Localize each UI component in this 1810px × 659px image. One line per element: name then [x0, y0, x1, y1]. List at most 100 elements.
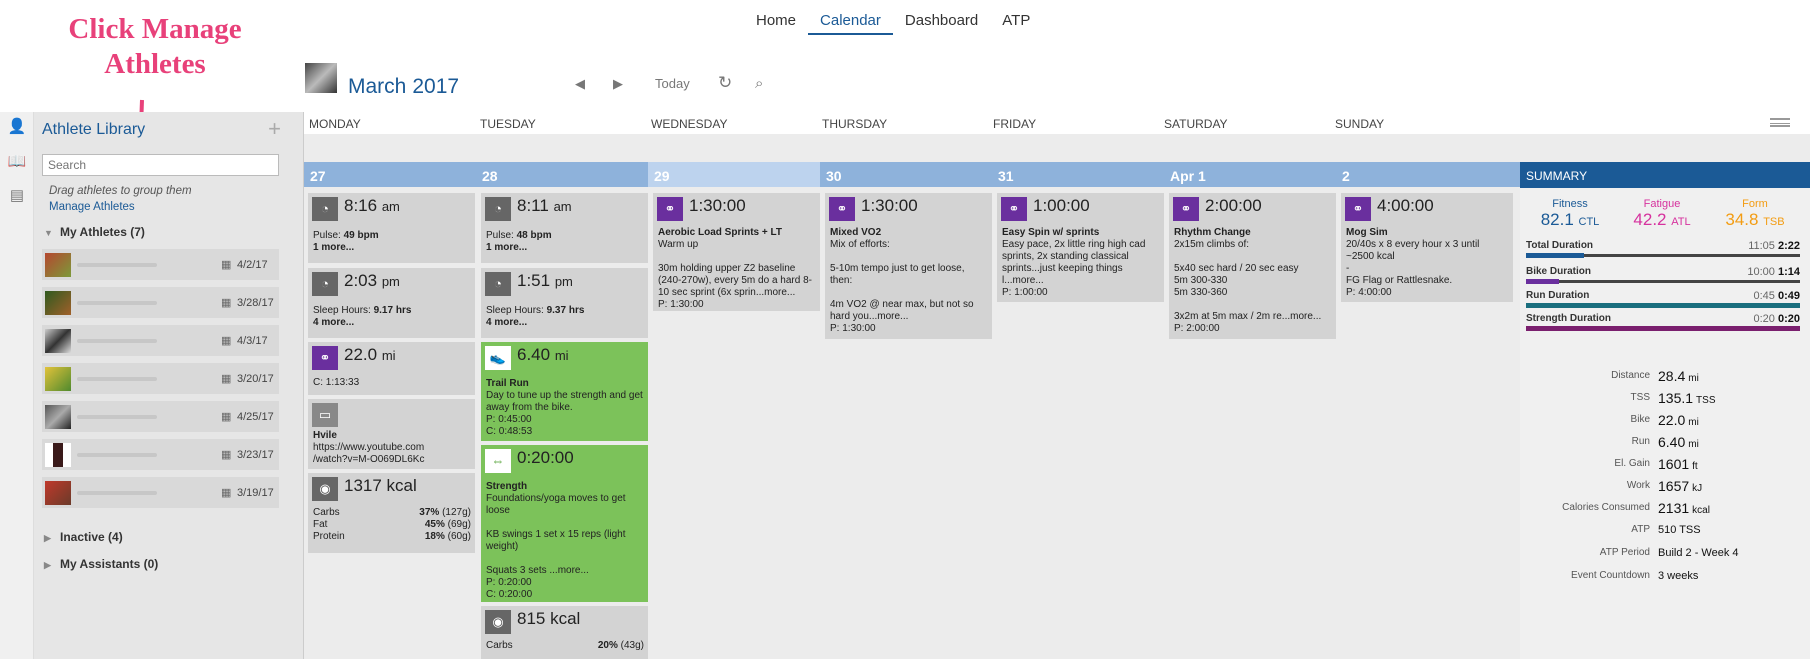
fitness-metric: Fitness 82.1 CTL: [1540, 198, 1600, 229]
add-athlete-icon[interactable]: +: [268, 116, 281, 142]
bike-duration-row: Bike Duration 10:00 1:14: [1526, 266, 1800, 284]
more-link[interactable]: 1 more...: [486, 242, 527, 253]
workout-title: Easy Spin w/ sprints: [1002, 227, 1100, 238]
workout-title: Rhythm Change: [1174, 227, 1251, 238]
run-duration-row: Run Duration 0:45 0:49: [1526, 290, 1800, 308]
refresh-icon[interactable]: ↻: [718, 73, 732, 93]
my-athletes-group[interactable]: ▼ My Athletes (7): [44, 225, 145, 239]
note-url[interactable]: /watch?v=M-O069DL6Kc: [313, 454, 424, 465]
athlete-row[interactable]: ▦ 4/3/17: [42, 325, 279, 356]
workout-duration: 4:00:00: [1377, 196, 1434, 215]
athlete-avatar: [45, 329, 71, 353]
athlete-name-blurred: [77, 453, 157, 457]
nav-dashboard[interactable]: Dashboard: [893, 10, 990, 35]
workout-card-bike[interactable]: ⚭ 2:00:00 Rhythm Change 2x15m climbs of: 5…: [1169, 193, 1336, 339]
athlete-avatar[interactable]: [305, 63, 337, 93]
metrics-card[interactable]: ◔ 2:03 pm Sleep Hours: 9.17 hrs 4 more...: [308, 268, 475, 338]
metric-time: 8:11 am: [517, 196, 572, 215]
date-cell[interactable]: 30: [820, 162, 992, 187]
carbs-label: Carbs: [313, 507, 340, 518]
date-cell[interactable]: Apr 1: [1164, 162, 1336, 187]
athlete-date: 3/20/17: [237, 373, 274, 385]
metrics-card[interactable]: ◔ 1:51 pm Sleep Hours: 9.37 hrs 4 more...: [481, 268, 648, 338]
workout-title: Strength: [486, 481, 528, 492]
bike-icon: ⚭: [1345, 197, 1371, 221]
athlete-library-title: Athlete Library: [42, 121, 146, 138]
prev-month-icon[interactable]: ◀: [575, 76, 585, 92]
more-link[interactable]: 4 more...: [313, 317, 354, 328]
calendar-icon: ▦: [221, 373, 232, 385]
date-cell[interactable]: 27: [304, 162, 476, 187]
planner-icon[interactable]: ▤: [7, 186, 27, 204]
athlete-avatar: [45, 367, 71, 391]
workout-title: Mixed VO2: [830, 227, 882, 238]
athletes-icon[interactable]: 👤: [7, 117, 27, 135]
workout-card-bike[interactable]: ⚭ 1:30:00 Mixed VO2 Mix of efforts: 5-10m …: [825, 193, 992, 339]
fatigue-metric: Fatigue 42.2 ATL: [1633, 198, 1691, 229]
day-name: SATURDAY: [1164, 117, 1228, 131]
search-icon[interactable]: ⌕: [755, 75, 763, 92]
athlete-date: 3/19/17: [237, 487, 274, 499]
workout-duration: 1:30:00: [861, 196, 918, 215]
assistants-group[interactable]: ▶ My Assistants (0): [44, 557, 158, 571]
inactive-group[interactable]: ▶ Inactive (4): [44, 530, 123, 544]
workout-card-run[interactable]: 👟 6.40 mi Trail Run Day to tune up the st…: [481, 342, 648, 441]
workout-card-bike[interactable]: ⚭ 1:00:00 Easy Spin w/ sprints Easy pace,…: [997, 193, 1164, 302]
date-cell-today[interactable]: 29: [648, 162, 820, 187]
manage-athletes-link[interactable]: Manage Athletes: [49, 201, 135, 213]
athlete-row[interactable]: ▦ 4/2/17: [42, 249, 279, 280]
nav-atp[interactable]: ATP: [990, 10, 1042, 35]
metrics-card[interactable]: ◔ 8:11 am Pulse: 48 bpm 1 more...: [481, 193, 648, 263]
athlete-library-panel: Athlete Library + Drag athletes to group…: [34, 112, 304, 659]
athlete-name-blurred: [77, 301, 157, 305]
date-cell[interactable]: 2: [1336, 162, 1520, 187]
workout-card-bike[interactable]: ⚭ 1:30:00 Aerobic Load Sprints + LT Warm …: [653, 193, 820, 311]
athlete-row[interactable]: ▦ 3/28/17: [42, 287, 279, 318]
note-url[interactable]: https://www.youtube.com: [313, 442, 424, 453]
collapse-triangle-icon: ▶: [44, 560, 51, 570]
day-name: MONDAY: [309, 117, 361, 131]
menu-icon[interactable]: [1770, 118, 1790, 127]
athlete-date: 4/25/17: [237, 411, 274, 423]
assistants-label: My Assistants (0): [60, 557, 159, 571]
week-summary: SUMMARY Fitness 82.1 CTL Fatigue 42.2 ATL …: [1520, 162, 1810, 659]
calendar-icon: ▦: [221, 411, 232, 423]
more-link[interactable]: 4 more...: [486, 317, 527, 328]
athlete-row[interactable]: ▦ 3/19/17: [42, 477, 279, 508]
drag-hint: Drag athletes to group them: [49, 185, 192, 197]
nutrition-card[interactable]: ◉ 1317 kcal Carbs 37% (127g) Fat 45% (69g)…: [308, 473, 475, 553]
date-cell[interactable]: 28: [476, 162, 648, 187]
athlete-avatar: [45, 253, 71, 277]
nav-home[interactable]: Home: [744, 10, 808, 35]
note-title: Hvile: [313, 430, 337, 441]
today-button[interactable]: Today: [655, 76, 690, 91]
athlete-row[interactable]: ▦ 3/23/17: [42, 439, 279, 470]
left-rail: 👤 📖 ▤: [0, 112, 34, 659]
workout-title: Mog Sim: [1346, 227, 1388, 238]
calendar-icon: ▦: [221, 259, 232, 271]
athlete-row[interactable]: ▦ 3/20/17: [42, 363, 279, 394]
nav-calendar[interactable]: Calendar: [808, 10, 893, 35]
my-athletes-label: My Athletes (7): [60, 225, 145, 239]
next-month-icon[interactable]: ▶: [613, 76, 623, 92]
sleep-value: 9.17 hrs: [373, 305, 412, 316]
athlete-row[interactable]: ▦ 4/25/17: [42, 401, 279, 432]
calendar-day-header: MONDAY TUESDAY WEDNESDAY THURSDAY FRIDAY…: [304, 112, 1810, 134]
day-name: WEDNESDAY: [651, 117, 728, 131]
athlete-name-blurred: [77, 415, 157, 419]
more-link[interactable]: 1 more...: [313, 242, 354, 253]
workout-card-bike[interactable]: ⚭ 4:00:00 Mog Sim 20/40s x 8 every hour x…: [1341, 193, 1513, 302]
calendar-icon: ▦: [221, 449, 232, 461]
athlete-date: 4/3/17: [237, 335, 268, 347]
nutrition-card[interactable]: ◉ 815 kcal Carbs 20% (43g): [481, 606, 648, 659]
workout-card-strength[interactable]: ⇔ 0:20:00 Strength Foundations/yoga moves…: [481, 445, 648, 602]
metrics-card[interactable]: ◔ 8:16 am Pulse: 49 bpm 1 more...: [308, 193, 475, 263]
note-card[interactable]: ▭ Hvile https://www.youtube.com/watch?v=M…: [308, 399, 475, 469]
date-cell[interactable]: 31: [992, 162, 1164, 187]
library-book-icon[interactable]: 📖: [7, 152, 27, 170]
workout-card-bike[interactable]: ⚭ 22.0 mi C: 1:13:33: [308, 342, 475, 395]
workout-duration: 1:30:00: [689, 196, 746, 215]
duration-progress: [1526, 253, 1584, 258]
workout-duration: 1:00:00: [1033, 196, 1090, 215]
athlete-search-input[interactable]: [42, 154, 279, 176]
